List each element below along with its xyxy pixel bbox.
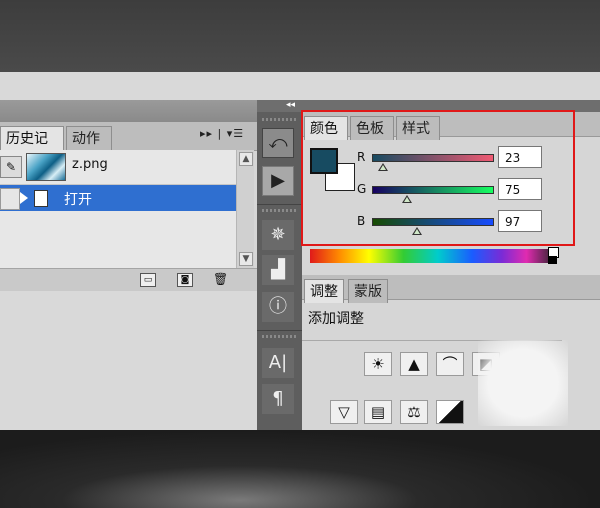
- paragraph-icon[interactable]: ¶: [262, 384, 294, 414]
- panel-icon-column: ⤺ ▶ ✵ ▟ ⓘ A| ¶: [257, 112, 302, 430]
- history-panel-header: [0, 100, 257, 122]
- color-balance-icon[interactable]: ⚖: [400, 400, 428, 424]
- snapshot-thumbnail: [26, 153, 66, 181]
- collapse-panels-icon[interactable]: ◂◂: [286, 100, 295, 110]
- character-icon[interactable]: A|: [262, 348, 294, 378]
- history-panel: 历史记录 动作 ▸▸ | ▾☰ ✎ z.png 打开 ▲ ▼ ▭ ◙ 🗑: [0, 100, 257, 291]
- black-swatch[interactable]: [548, 256, 557, 264]
- history-panel-icon[interactable]: ⤺: [262, 128, 294, 158]
- obscured-area: [478, 340, 568, 426]
- screen-top-area: [0, 0, 600, 72]
- adjustments-tabbar: 调整 蒙版: [302, 275, 600, 303]
- history-state-marker-icon: [20, 192, 28, 204]
- actions-panel-icon[interactable]: ▶: [262, 166, 294, 196]
- history-state-row[interactable]: 打开: [0, 185, 236, 211]
- new-document-from-state-icon[interactable]: ▭: [140, 273, 156, 287]
- vibrance-icon[interactable]: ▽: [330, 400, 358, 424]
- grip-handle[interactable]: [262, 118, 296, 121]
- grip-handle[interactable]: [262, 209, 296, 212]
- color-spectrum-ramp[interactable]: [310, 249, 556, 263]
- tab-masks[interactable]: 蒙版: [348, 279, 388, 303]
- snapshot-name: z.png: [72, 157, 108, 172]
- new-snapshot-icon[interactable]: ◙: [177, 273, 193, 287]
- divider: [257, 330, 302, 331]
- adjustments-title: 添加调整: [308, 311, 364, 327]
- grip-handle[interactable]: [262, 335, 296, 338]
- highlight-box: [301, 110, 575, 246]
- curves-icon[interactable]: ⌒: [436, 352, 464, 376]
- navigator-icon[interactable]: ✵: [262, 220, 294, 250]
- scroll-down-icon[interactable]: ▼: [239, 252, 253, 266]
- black-white-icon[interactable]: [436, 400, 464, 424]
- tab-history[interactable]: 历史记录: [0, 126, 64, 171]
- history-scrollbar[interactable]: ▲ ▼: [236, 150, 254, 268]
- brightness-icon[interactable]: ☀: [364, 352, 392, 376]
- hue-saturation-icon[interactable]: ▤: [364, 400, 392, 424]
- panel-menu-icon[interactable]: ▸▸ | ▾☰: [200, 127, 244, 140]
- info-icon[interactable]: ⓘ: [262, 292, 294, 322]
- history-snapshot-row[interactable]: ✎ z.png: [0, 150, 236, 185]
- history-brush-icon[interactable]: ✎: [0, 156, 22, 178]
- history-source-box[interactable]: [0, 188, 20, 210]
- history-footer: ▭ ◙ 🗑: [0, 268, 257, 291]
- screen-bottom-area: [0, 430, 600, 508]
- history-state-label: 打开: [64, 192, 92, 208]
- divider: [257, 204, 302, 205]
- tab-actions[interactable]: 动作: [66, 126, 112, 150]
- history-list: ✎ z.png 打开: [0, 150, 236, 268]
- histogram-icon[interactable]: ▟: [262, 255, 294, 285]
- tab-adjustments[interactable]: 调整: [304, 279, 344, 303]
- scroll-up-icon[interactable]: ▲: [239, 152, 253, 166]
- trash-icon[interactable]: 🗑: [213, 273, 228, 285]
- open-document-icon: [34, 190, 48, 207]
- levels-icon[interactable]: ▲: [400, 352, 428, 376]
